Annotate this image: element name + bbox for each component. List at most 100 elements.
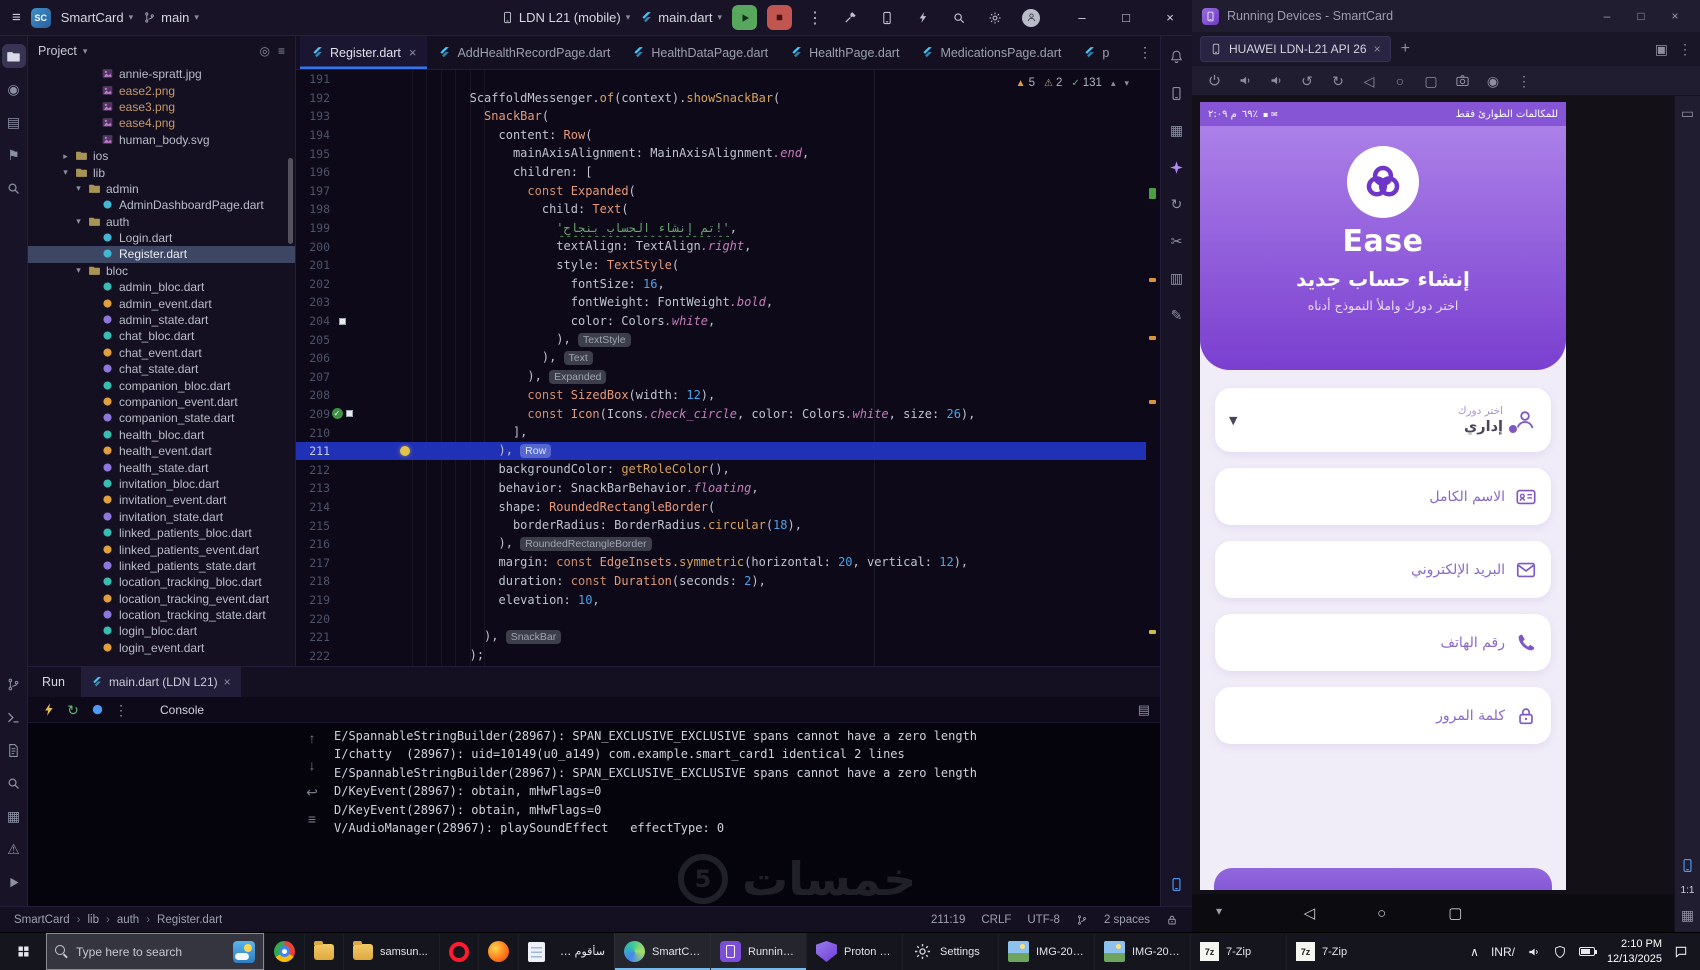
devtools-icon[interactable]	[86, 699, 108, 721]
code-line[interactable]: 210 ],	[296, 423, 1146, 442]
taskbar-item-running-devices[interactable]: Running...	[710, 933, 806, 970]
locate-file-icon[interactable]: ◎	[260, 45, 270, 57]
editor-tab[interactable]: AddHealthRecordPage.dart	[427, 36, 621, 69]
main-menu-icon[interactable]: ≡	[12, 9, 21, 26]
taskbar-item-settings[interactable]: Settings	[902, 933, 998, 970]
more-actions-icon[interactable]: ⋮	[110, 699, 132, 721]
tree-item[interactable]: admin_event.dart	[28, 295, 295, 311]
code-line[interactable]: 194 content: Row(	[296, 126, 1146, 145]
editor-tab[interactable]: HealthPage.dart	[779, 36, 910, 69]
volume-icon[interactable]	[1527, 945, 1541, 959]
taskbar-item-photo-viewer-2[interactable]: IMG-202...	[1094, 933, 1190, 970]
volume-up-icon[interactable]	[1235, 71, 1255, 91]
more-options-icon[interactable]: ⋮	[1678, 42, 1692, 56]
tree-item[interactable]: location_tracking_bloc.dart	[28, 574, 295, 590]
more-actions-icon[interactable]: ⋮	[802, 5, 828, 31]
editor-tab[interactable]: p	[1072, 36, 1120, 69]
run-toolwindow-icon[interactable]	[2, 870, 26, 894]
build-icon[interactable]	[838, 5, 864, 31]
tree-item[interactable]: linked_patients_state.dart	[28, 558, 295, 574]
tree-item[interactable]: chat_event.dart	[28, 345, 295, 361]
code-line[interactable]: 214 shape: RoundedRectangleBorder(	[296, 498, 1146, 517]
device-selector[interactable]: LDN L21 (mobile) ▾	[501, 10, 630, 25]
code-line[interactable]: 197 const Expanded(	[296, 182, 1146, 201]
run-config-selector[interactable]: main.dart ▾	[640, 10, 722, 25]
tree-item[interactable]: location_tracking_event.dart	[28, 591, 295, 607]
line-ending[interactable]: CRLF	[981, 914, 1011, 926]
tree-item[interactable]: companion_bloc.dart	[28, 377, 295, 393]
start-button[interactable]	[0, 933, 46, 970]
stop-button[interactable]	[767, 5, 792, 30]
taskbar-item-opera[interactable]	[439, 933, 478, 970]
tree-item[interactable]: login_bloc.dart	[28, 623, 295, 639]
tree-item[interactable]: linked_patients_bloc.dart	[28, 525, 295, 541]
tree-item[interactable]: chat_bloc.dart	[28, 328, 295, 344]
tree-item[interactable]: admin_bloc.dart	[28, 279, 295, 295]
tray-label[interactable]: INR/	[1491, 945, 1515, 959]
taskbar-item-folder-window[interactable]: samsun...	[343, 933, 439, 970]
device-tab[interactable]: HUAWEI LDN-L21 API 26 ×	[1200, 36, 1391, 62]
notifications-icon[interactable]	[1165, 44, 1189, 68]
gemini-icon[interactable]	[1165, 155, 1189, 179]
project-scrollbar[interactable]	[288, 158, 293, 244]
code-line[interactable]: 201 style: TextStyle(	[296, 256, 1146, 275]
full-name-field[interactable]: الاسم الكامل	[1215, 468, 1551, 525]
intention-bulb-icon[interactable]	[400, 445, 410, 456]
tree-item[interactable]: Login.dart	[28, 230, 295, 246]
tree-item[interactable]: ease2.png	[28, 82, 295, 98]
tree-item[interactable]: ease3.png	[28, 99, 295, 115]
tree-item[interactable]: login_event.dart	[28, 640, 295, 656]
breadcrumb-item[interactable]: SmartCard	[14, 914, 70, 926]
role-dropdown[interactable]: اختر دورك إداري ▼	[1215, 388, 1551, 452]
volume-down-icon[interactable]	[1266, 71, 1286, 91]
settings-gear-icon[interactable]	[982, 5, 1008, 31]
security-shield-icon[interactable]	[1553, 945, 1567, 959]
gutter-square-icon[interactable]	[338, 317, 346, 325]
email-field[interactable]: البريد الإلكتروني	[1215, 541, 1551, 598]
notification-center-icon[interactable]	[1674, 945, 1688, 959]
lock-icon[interactable]	[1166, 914, 1178, 926]
soft-wrap-icon[interactable]: ↩	[303, 783, 321, 801]
phone-number-field[interactable]: رقم الهاتف	[1215, 614, 1551, 671]
tree-item[interactable]: ▾ auth	[28, 214, 295, 230]
run-panel-title[interactable]: Run	[42, 675, 65, 689]
tree-item[interactable]: Register.dart	[28, 246, 295, 263]
clear-all-icon[interactable]: ≡	[303, 810, 321, 828]
tree-item[interactable]: ▾ admin	[28, 181, 295, 197]
password-field[interactable]: كلمة المرور	[1215, 687, 1551, 744]
nav-home-button[interactable]: ○	[1377, 905, 1386, 922]
code-line[interactable]: 207 ), Expanded	[296, 368, 1146, 387]
screenshot-icon[interactable]	[1452, 71, 1472, 91]
hidden-icons-chevron[interactable]: ∧	[1470, 945, 1479, 959]
editor-tab[interactable]: HealthDataPage.dart	[621, 36, 779, 69]
project-icon[interactable]	[1, 44, 26, 68]
tree-item[interactable]: admin_state.dart	[28, 312, 295, 328]
tree-item[interactable]: linked_patients_event.dart	[28, 541, 295, 557]
code-line[interactable]: 193 SnackBar(	[296, 107, 1146, 126]
code-line[interactable]: 203 fontWeight: FontWeight.bold,	[296, 293, 1146, 312]
power-icon[interactable]	[1204, 71, 1224, 91]
instant-run-icon[interactable]	[910, 5, 936, 31]
panel-option-icon[interactable]: ▭	[1681, 106, 1694, 120]
tree-item[interactable]: companion_event.dart	[28, 394, 295, 410]
tree-item[interactable]: health_event.dart	[28, 443, 295, 459]
structure-right-icon[interactable]: ▥	[1165, 266, 1189, 290]
indent-setting[interactable]: 2 spaces	[1104, 914, 1150, 926]
ai-assistant-icon[interactable]: ↻	[1165, 192, 1189, 216]
taskbar-item-document-window[interactable]: سأقوم ب...	[518, 933, 614, 970]
tree-item[interactable]: health_state.dart	[28, 459, 295, 475]
maximize-button[interactable]: □	[1626, 3, 1656, 29]
inspections-widget[interactable]: ▲ 5 ⚠ 2 ✓ 131 ▴ ▾	[1008, 75, 1136, 91]
bookmarks-icon[interactable]: ⚑	[2, 143, 26, 167]
search-everywhere-icon[interactable]	[2, 176, 26, 200]
running-devices-tool-icon[interactable]	[1165, 872, 1189, 896]
weather-icon[interactable]	[233, 940, 255, 963]
nav-recents-button[interactable]: ▢	[1448, 904, 1462, 922]
code-line[interactable]: 200 textAlign: TextAlign.right,	[296, 237, 1146, 256]
tab-list-icon[interactable]: ⋮	[1138, 44, 1152, 61]
emulator-settings-icon[interactable]: ✎	[1165, 303, 1189, 327]
next-problem-icon[interactable]: ▾	[1124, 78, 1129, 89]
code-line[interactable]: 195 mainAxisAlignment: MainAxisAlignment…	[296, 144, 1146, 163]
split-view-icon[interactable]: ▣	[1655, 42, 1668, 56]
run-button[interactable]	[732, 5, 757, 30]
